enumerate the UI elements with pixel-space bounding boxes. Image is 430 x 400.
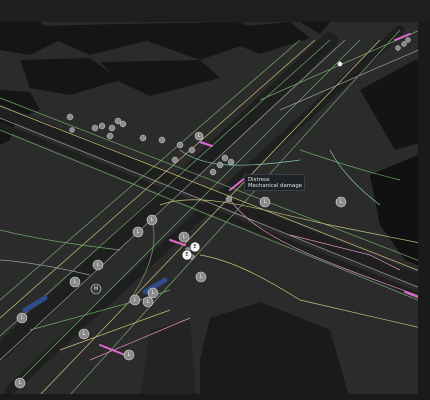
building [100, 60, 220, 96]
building [140, 320, 196, 400]
marker-label: L [198, 133, 201, 139]
asset-point [106, 132, 114, 140]
marker[interactable]: L [69, 276, 81, 288]
marker-label: L [21, 315, 24, 321]
marker-label: L [152, 290, 155, 296]
marker[interactable]: L [147, 287, 159, 299]
asset-tooltip: Distress Mechanical damage [244, 174, 305, 191]
marker-label: M [94, 286, 98, 292]
asset-point [221, 154, 229, 162]
marker-label: E [185, 252, 188, 258]
asset-point [108, 124, 116, 132]
building [200, 302, 350, 400]
marker[interactable]: L [14, 377, 26, 389]
marker-label: E [193, 244, 196, 250]
lane-line [0, 97, 430, 266]
marker[interactable]: L [132, 226, 144, 238]
marker-label: L [134, 297, 137, 303]
asset-point [395, 45, 401, 51]
marker[interactable]: L [195, 271, 207, 283]
marker[interactable]: L [142, 296, 154, 308]
marker[interactable]: L [178, 231, 190, 243]
marker-label: L [151, 217, 154, 223]
marker[interactable]: E [181, 249, 193, 261]
asset-point [69, 127, 75, 133]
marker-label: L [19, 380, 22, 386]
marker-label: L [147, 299, 150, 305]
marker[interactable]: E [189, 241, 201, 253]
bottom-edge [0, 394, 430, 400]
marker-label: L [200, 274, 203, 280]
map-3d-view[interactable]: L L L L L M L L L L L L E E L L L L L L … [0, 0, 430, 400]
building [300, 22, 330, 34]
asset-point [227, 158, 235, 166]
tooltip-detail: Mechanical damage [248, 183, 303, 190]
asset-point [98, 122, 106, 130]
asset-point [216, 161, 224, 169]
marker[interactable]: L [259, 196, 271, 208]
asset-point [401, 41, 407, 47]
marker-label: L [97, 262, 100, 268]
lane-line [0, 105, 430, 276]
marker[interactable]: M [90, 283, 102, 295]
right-edge-panel [418, 22, 430, 400]
marker[interactable]: L [129, 294, 141, 306]
asset-point [225, 195, 233, 203]
marker-label: L [74, 279, 77, 285]
marker-label: L [83, 331, 86, 337]
asset-point [91, 124, 99, 132]
marker[interactable]: L [92, 259, 104, 271]
asset-point [171, 156, 179, 164]
marker[interactable]: L [335, 196, 347, 208]
marker[interactable]: L [123, 349, 135, 361]
marker-label: L [340, 199, 343, 205]
marker-label: L [137, 229, 140, 235]
marker[interactable]: L [78, 328, 90, 340]
road-network-map[interactable]: L L L L L M L L L L L L E E L L L L L L … [0, 0, 430, 400]
marker[interactable]: L [194, 131, 204, 141]
cross-road [0, 104, 430, 291]
asset-point [188, 146, 196, 154]
asset-point [337, 61, 343, 67]
asset-point [176, 141, 184, 149]
asset-point [405, 37, 411, 43]
asset-point [158, 136, 166, 144]
marker-label: L [128, 352, 131, 358]
asset-point [209, 168, 217, 176]
marker-label: L [264, 199, 267, 205]
marker[interactable]: L [146, 214, 158, 226]
asset-point [66, 113, 74, 121]
asset-point [119, 120, 127, 128]
marker[interactable]: L [16, 312, 28, 324]
asset-point [139, 134, 147, 142]
marker-label: L [183, 234, 186, 240]
